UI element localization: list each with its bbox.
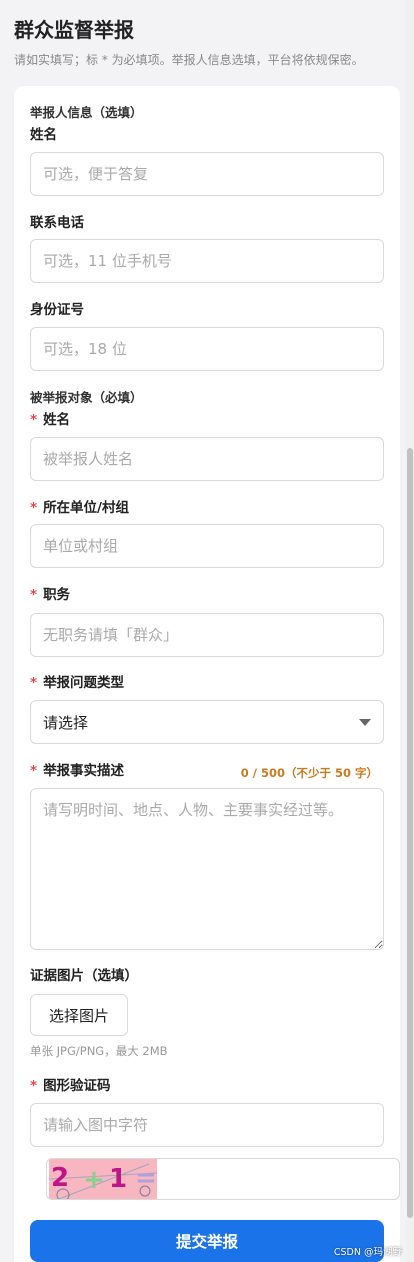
scrollbar-thumb[interactable] (407, 448, 413, 1218)
required-mark: * (30, 500, 38, 516)
captcha-image[interactable]: 2 + 1 = (49, 1159, 157, 1199)
target-position-label: * 职务 (30, 586, 70, 604)
choose-image-button[interactable]: 选择图片 (30, 994, 128, 1036)
issue-type-label: * 举报问题类型 (30, 674, 124, 692)
required-mark: * (30, 1078, 38, 1094)
description-textarea[interactable] (30, 788, 384, 950)
captcha-char: + (83, 1165, 105, 1195)
target-unit-input[interactable] (30, 524, 384, 568)
scrollbar[interactable] (406, 0, 414, 1262)
target-position-label-text: 职务 (43, 587, 71, 603)
char-counter: 0 / 500（不少于 50 字） (240, 766, 378, 780)
chevron-down-icon (359, 718, 371, 726)
watermark: CSDN @玛湖野 (333, 1247, 402, 1258)
target-position-input[interactable] (30, 613, 384, 657)
captcha-char: 2 (51, 1163, 69, 1193)
required-mark: * (30, 763, 38, 779)
target-name-input[interactable] (30, 437, 384, 481)
target-unit-label-text: 所在单位/村组 (43, 500, 129, 516)
report-form: 举报人信息（选填） 姓名 联系电话 身份证号 被举报对象（必填） * 姓名 * 所在… (14, 86, 400, 1262)
captcha-label: * 图形验证码 (30, 1077, 111, 1095)
reporter-name-label: 姓名 (30, 127, 57, 143)
issue-type-label-text: 举报问题类型 (43, 675, 125, 691)
evidence-label: 证据图片（选填） (30, 968, 138, 984)
submit-button[interactable]: 提交举报 (30, 1220, 384, 1262)
captcha-label-text: 图形验证码 (43, 1078, 111, 1094)
reporter-id-input[interactable] (30, 327, 384, 371)
issue-type-select[interactable]: 请选择 (30, 700, 384, 744)
captcha-input[interactable] (30, 1103, 384, 1147)
required-mark: * (30, 587, 38, 603)
captcha-container: 2 + 1 = (46, 1158, 400, 1200)
reporter-section-title: 举报人信息（选填） (30, 105, 143, 120)
required-mark: * (30, 675, 38, 691)
captcha-char: = (135, 1163, 157, 1193)
page-subtitle: 请如实填写；标 * 为必填项。举报人信息选填，平台将依规保密。 (14, 53, 364, 67)
target-section-title: 被举报对象（必填） (30, 390, 143, 405)
evidence-hint: 单张 JPG/PNG，最大 2MB (30, 1044, 168, 1058)
target-name-label-text: 姓名 (43, 412, 71, 428)
captcha-graphic: 2 + 1 = (49, 1163, 157, 1199)
description-label-text: 举报事实描述 (43, 763, 125, 779)
page-title: 群众监督举报 (14, 18, 134, 42)
reporter-name-input[interactable] (30, 152, 384, 196)
reporter-phone-input[interactable] (30, 239, 384, 283)
required-mark: * (30, 412, 38, 428)
target-unit-label: * 所在单位/村组 (30, 499, 129, 517)
captcha-char: 1 (109, 1164, 127, 1194)
description-label: * 举报事实描述 0 / 500（不少于 50 字） (30, 762, 384, 780)
page-header: 群众监督举报 请如实填写；标 * 为必填项。举报人信息选填，平台将依规保密。 (0, 0, 414, 68)
target-name-label: * 姓名 (30, 411, 70, 429)
issue-type-value: 请选择 (43, 713, 89, 732)
reporter-phone-label: 联系电话 (30, 215, 84, 231)
reporter-id-label: 身份证号 (30, 302, 84, 318)
